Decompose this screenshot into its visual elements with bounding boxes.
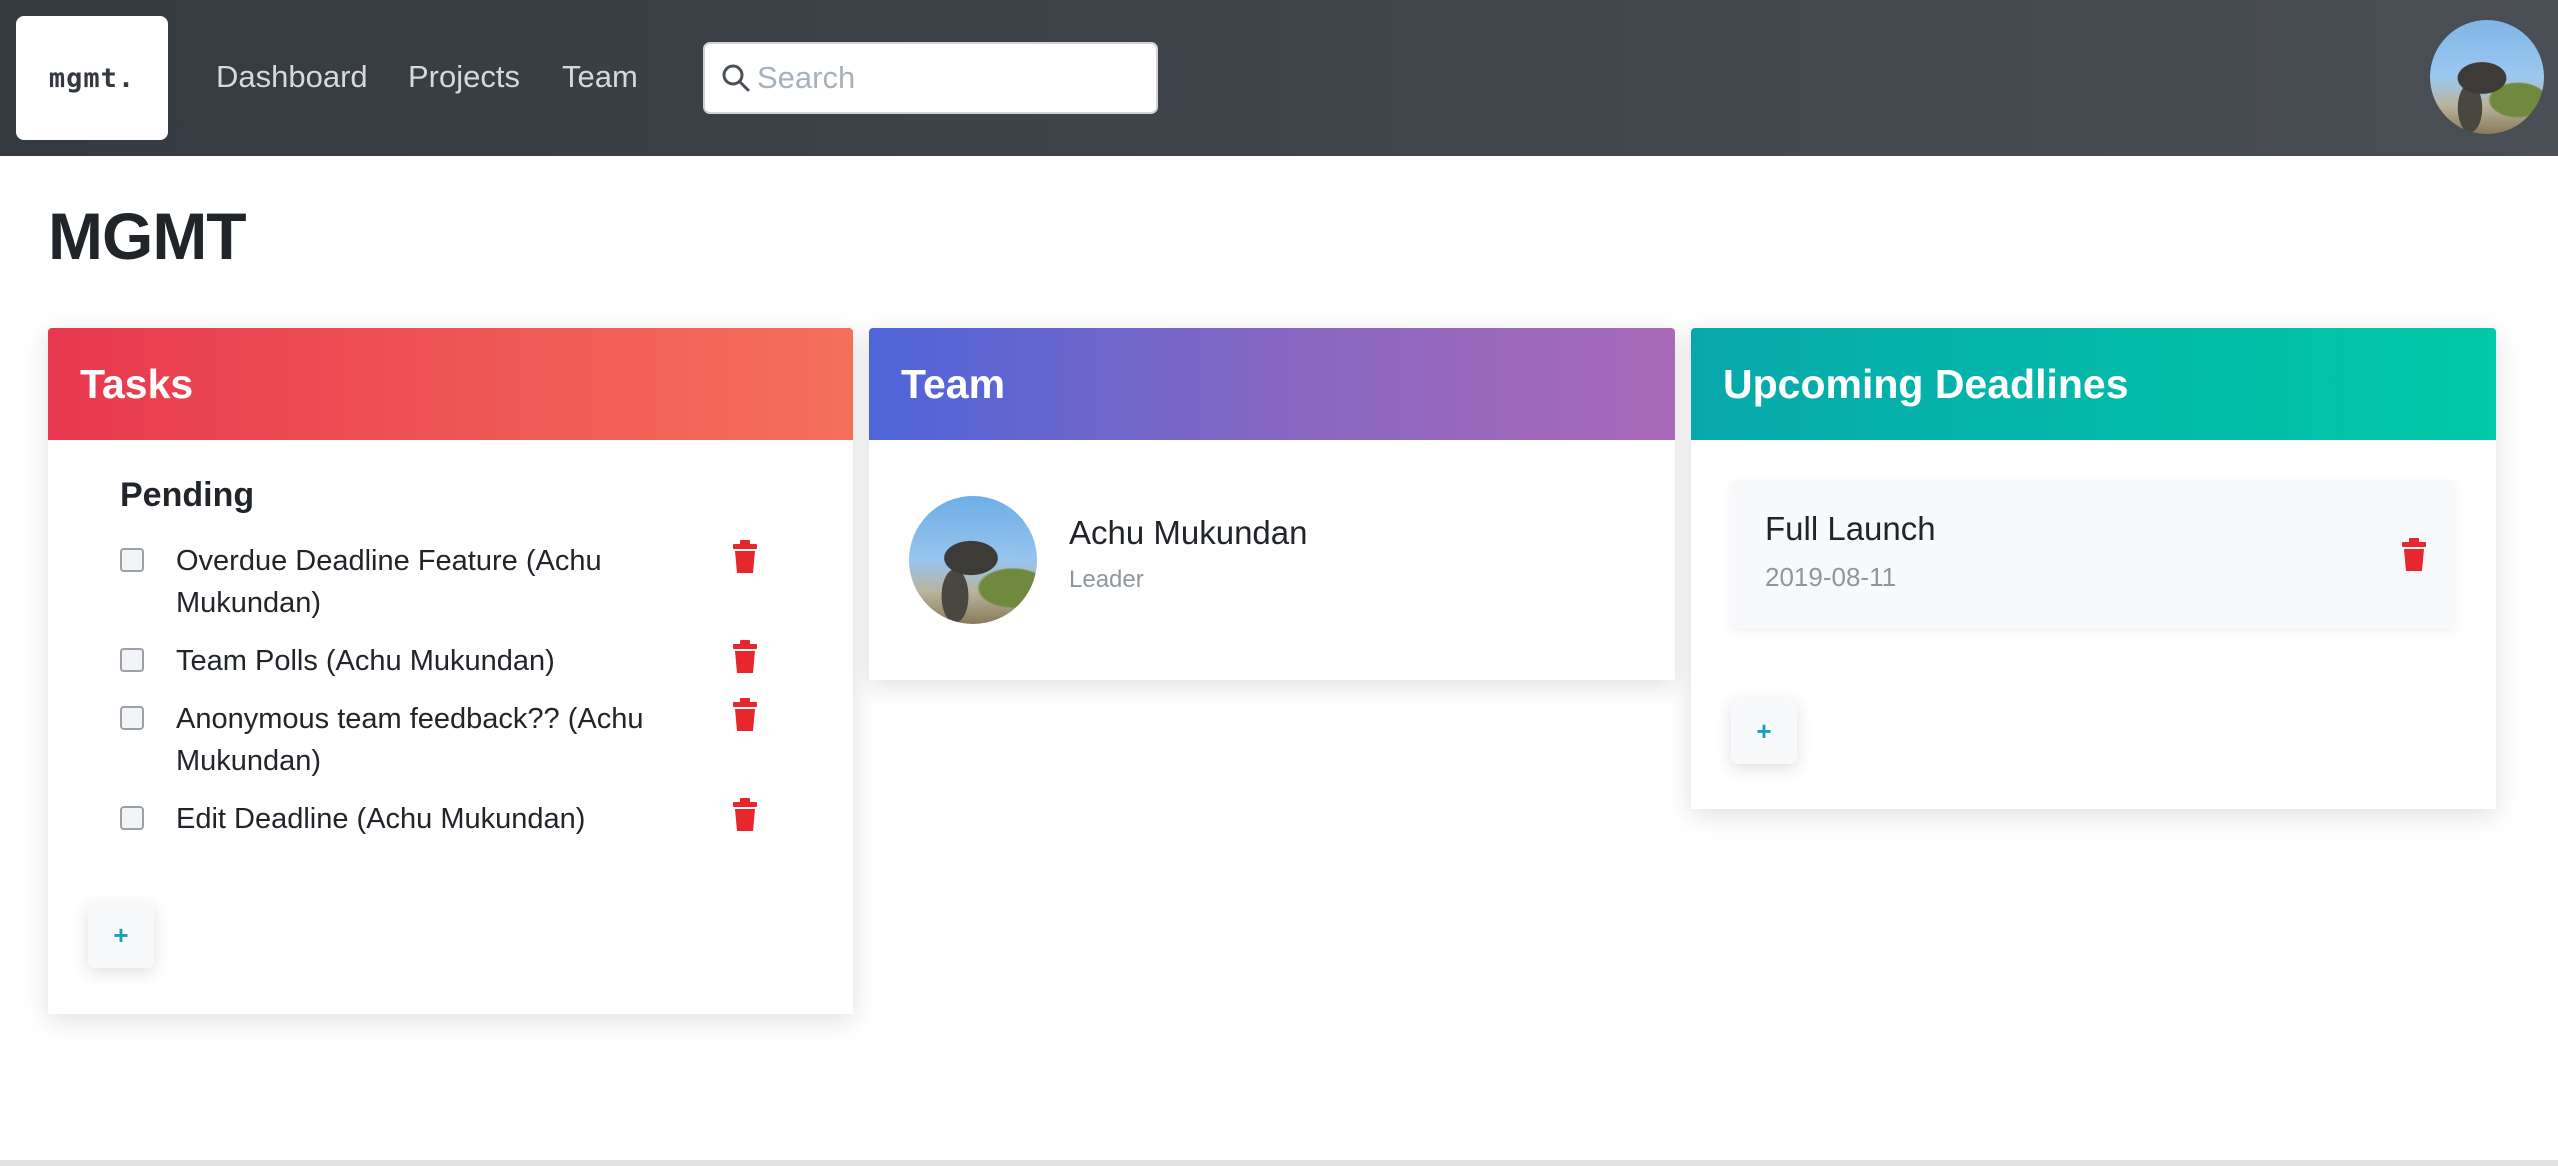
member-role: Leader xyxy=(1069,566,1144,593)
trash-icon[interactable] xyxy=(730,798,760,832)
deadline-name: Full Launch xyxy=(1765,510,1936,547)
add-deadline-button[interactable]: + xyxy=(1731,698,1797,764)
task-item: Edit Deadline (Achu Mukundan) xyxy=(120,798,780,840)
task-checkbox[interactable] xyxy=(120,706,144,730)
top-navbar: mgmt. Dashboard Projects Team xyxy=(0,0,2558,156)
task-item: Anonymous team feedback?? (Achu Mukundan… xyxy=(120,698,780,782)
deadlines-card: Upcoming Deadlines Full Launch 2019-08-1… xyxy=(1691,328,2496,809)
search-box xyxy=(703,42,1158,114)
team-card: Team Achu Mukundan Leader xyxy=(869,328,1675,680)
trash-icon[interactable] xyxy=(730,540,760,574)
task-label: Team Polls (Achu Mukundan) xyxy=(176,645,555,677)
pending-section-title: Pending xyxy=(120,476,255,514)
task-item: Overdue Deadline Feature (Achu Mukundan) xyxy=(120,540,780,624)
member-name[interactable]: Achu Mukundan xyxy=(1069,514,1308,552)
search-input[interactable] xyxy=(757,44,1156,112)
nav-link-team[interactable]: Team xyxy=(562,50,638,104)
task-item: Team Polls (Achu Mukundan) xyxy=(120,640,780,682)
tasks-card: Tasks Pending Overdue Deadline Feature (… xyxy=(48,328,853,1014)
team-card-header: Team xyxy=(869,328,1675,440)
task-label: Anonymous team feedback?? (Achu Mukundan… xyxy=(176,703,644,777)
task-checkbox[interactable] xyxy=(120,548,144,572)
task-label: Edit Deadline (Achu Mukundan) xyxy=(176,803,586,835)
brand-logo[interactable]: mgmt. xyxy=(16,16,168,140)
task-checkbox[interactable] xyxy=(120,648,144,672)
page-bottom-border xyxy=(0,1160,2558,1166)
user-avatar[interactable] xyxy=(2430,20,2544,134)
trash-icon[interactable] xyxy=(730,640,760,674)
nav-link-projects[interactable]: Projects xyxy=(408,50,520,104)
task-checkbox[interactable] xyxy=(120,806,144,830)
trash-icon[interactable] xyxy=(2399,538,2429,572)
member-avatar[interactable] xyxy=(909,496,1037,624)
deadline-date: 2019-08-11 xyxy=(1765,562,1897,592)
add-task-button[interactable]: + xyxy=(88,902,154,968)
search-icon xyxy=(705,44,757,112)
nav-link-dashboard[interactable]: Dashboard xyxy=(216,50,368,104)
trash-icon[interactable] xyxy=(730,698,760,732)
tasks-card-header: Tasks xyxy=(48,328,853,440)
deadlines-card-header: Upcoming Deadlines xyxy=(1691,328,2496,440)
deadline-item: Full Launch 2019-08-11 xyxy=(1731,480,2455,628)
task-label: Overdue Deadline Feature (Achu Mukundan) xyxy=(176,545,602,619)
page-title: MGMT xyxy=(48,199,247,273)
